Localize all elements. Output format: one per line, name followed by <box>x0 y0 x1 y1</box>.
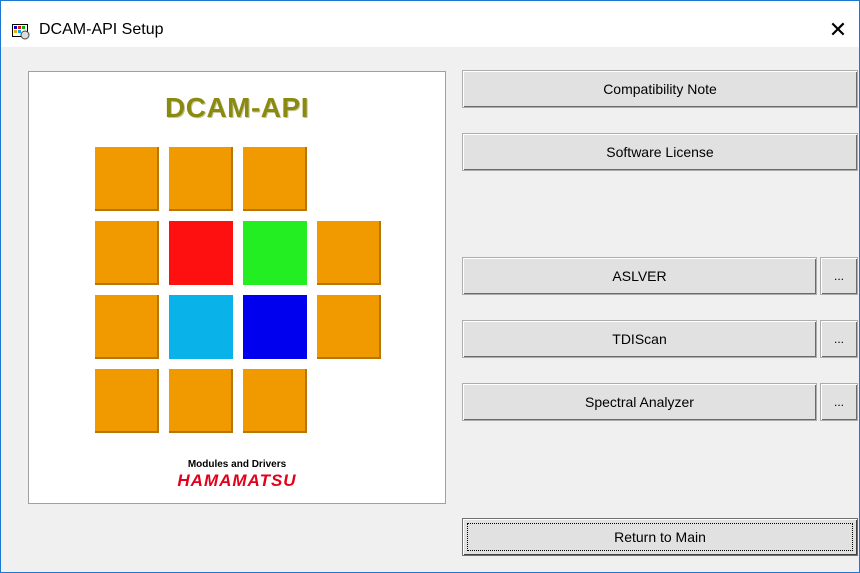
logo-tile-red <box>169 221 233 285</box>
tdiscan-label: TDIScan <box>612 331 667 347</box>
logo-tile-green <box>243 221 307 285</box>
logo-tile <box>243 369 307 433</box>
compatibility-note-button[interactable]: Compatibility Note <box>462 70 858 108</box>
brand-logo: HAMAMATSU <box>177 471 297 490</box>
logo-tile <box>95 221 159 285</box>
logo-tile-cyan <box>169 295 233 359</box>
logo-panel: DCAM-API Modules and Drivers HAMAMATSU <box>28 71 446 504</box>
tdiscan-options-button[interactable]: ... <box>820 320 858 358</box>
app-icon <box>12 24 30 40</box>
logo-tile-blue <box>243 295 307 359</box>
return-to-main-button[interactable]: Return to Main <box>462 518 858 556</box>
spectral-analyzer-options-button[interactable]: ... <box>820 383 858 421</box>
logo-tile <box>95 295 159 359</box>
aslver-label: ASLVER <box>612 268 667 284</box>
logo-title: DCAM-API <box>165 92 309 123</box>
logo-tile <box>317 295 381 359</box>
aslver-options-button[interactable]: ... <box>820 257 858 295</box>
software-license-button[interactable]: Software License <box>462 133 858 171</box>
logo-tile <box>95 147 159 211</box>
logo-tile <box>169 147 233 211</box>
setup-window: DCAM-API Setup ✕ DCAM-API Modules and Dr… <box>0 0 860 573</box>
logo-tile <box>243 147 307 211</box>
return-to-main-label: Return to Main <box>614 529 706 545</box>
tdiscan-options-label: ... <box>833 332 844 346</box>
window-title: DCAM-API Setup <box>39 21 164 38</box>
spectral-analyzer-button[interactable]: Spectral Analyzer <box>462 383 817 421</box>
spectral-analyzer-label: Spectral Analyzer <box>585 394 694 410</box>
spectral-analyzer-options-label: ... <box>833 395 844 409</box>
tdiscan-button[interactable]: TDIScan <box>462 320 817 358</box>
aslver-options-label: ... <box>833 269 844 283</box>
close-icon[interactable]: ✕ <box>823 16 853 44</box>
logo-tile <box>169 369 233 433</box>
title-bar: DCAM-API Setup ✕ <box>1 1 859 47</box>
logo-tile <box>317 221 381 285</box>
software-license-label: Software License <box>606 144 714 160</box>
logo-tile <box>95 369 159 433</box>
compatibility-note-label: Compatibility Note <box>603 81 717 97</box>
brand-subtitle: Modules and Drivers <box>187 459 287 470</box>
aslver-button[interactable]: ASLVER <box>462 257 817 295</box>
